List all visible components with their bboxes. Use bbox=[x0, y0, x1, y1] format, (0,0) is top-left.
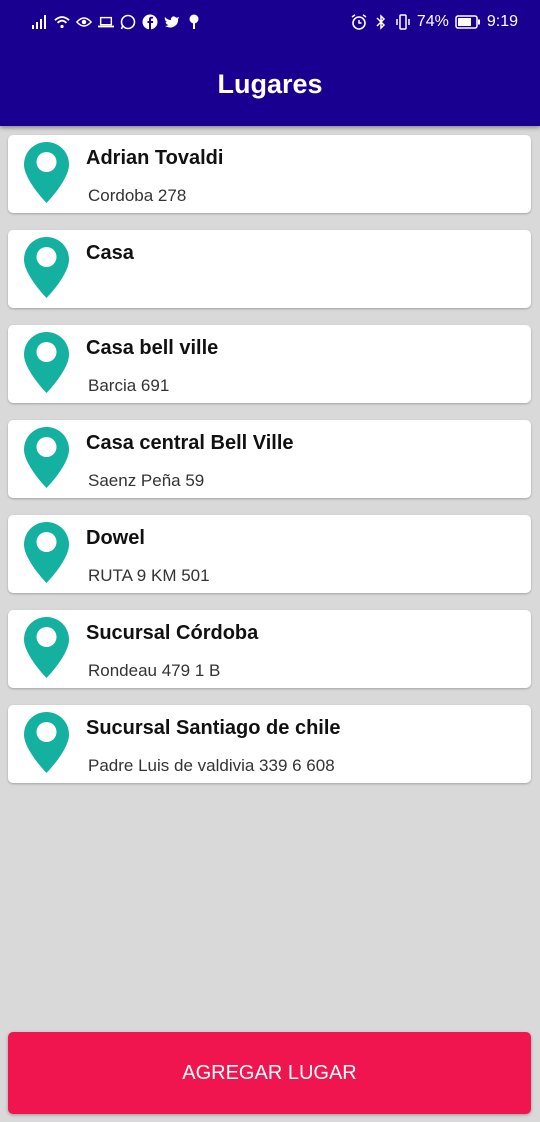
map-pin-icon bbox=[24, 427, 69, 488]
place-card-1[interactable]: Casa bbox=[8, 230, 531, 308]
map-pin-icon bbox=[24, 712, 69, 773]
signal-icon bbox=[32, 14, 48, 30]
facebook-icon bbox=[142, 14, 158, 30]
status-right-icons: 74% 9:19 bbox=[351, 13, 518, 31]
place-name: Casa bbox=[86, 242, 134, 264]
vibrate-icon bbox=[395, 14, 411, 30]
page-title: Lugares bbox=[217, 68, 323, 99]
wifi-icon bbox=[54, 14, 70, 30]
place-name: Casa bell ville bbox=[86, 337, 219, 359]
twitter-icon bbox=[164, 14, 180, 30]
app-bar: Lugares bbox=[0, 44, 540, 126]
map-pin-icon bbox=[24, 617, 69, 678]
place-address: Rondeau 479 1 B bbox=[88, 661, 221, 680]
battery-icon bbox=[455, 14, 481, 30]
place-address: Barcia 691 bbox=[88, 376, 170, 395]
map-pin-icon bbox=[24, 332, 69, 393]
place-name: Dowel bbox=[86, 527, 145, 549]
place-name: Adrian Tovaldi bbox=[86, 147, 224, 169]
places-list: Adrian Tovaldi Cordoba 278 Casa Casa bel… bbox=[8, 135, 531, 800]
place-card-4[interactable]: Dowel RUTA 9 KM 501 bbox=[8, 515, 531, 593]
place-address: Saenz Peña 59 bbox=[88, 471, 205, 490]
place-address: RUTA 9 KM 501 bbox=[88, 566, 210, 585]
alarm-icon bbox=[351, 14, 367, 30]
map-pin-icon bbox=[24, 142, 69, 203]
status-bar: 74% 9:19 bbox=[0, 0, 540, 44]
battery-percent: 74% bbox=[416, 13, 449, 30]
place-card-2[interactable]: Casa bell ville Barcia 691 bbox=[8, 325, 531, 403]
add-place-button[interactable]: AGREGAR LUGAR bbox=[8, 1032, 531, 1114]
clock: 9:19 bbox=[486, 13, 518, 30]
place-address: Cordoba 278 bbox=[88, 186, 187, 205]
place-name: Sucursal Córdoba bbox=[86, 622, 259, 644]
status-left-icons bbox=[32, 14, 202, 30]
whatsapp-icon bbox=[120, 14, 136, 30]
bluetooth-icon bbox=[373, 14, 389, 30]
place-address: Padre Luis de valdivia 339 6 608 bbox=[88, 756, 335, 775]
place-card-3[interactable]: Casa central Bell Ville Saenz Peña 59 bbox=[8, 420, 531, 498]
place-card-5[interactable]: Sucursal Córdoba Rondeau 479 1 B bbox=[8, 610, 531, 688]
place-name: Casa central Bell Ville bbox=[86, 432, 294, 454]
place-card-0[interactable]: Adrian Tovaldi Cordoba 278 bbox=[8, 135, 531, 213]
laptop-icon bbox=[98, 14, 114, 30]
place-name: Sucursal Santiago de chile bbox=[86, 717, 341, 739]
map-pin-icon bbox=[24, 237, 69, 298]
place-card-6[interactable]: Sucursal Santiago de chile Padre Luis de… bbox=[8, 705, 531, 783]
location-icon bbox=[186, 14, 202, 30]
eye-icon bbox=[76, 14, 92, 30]
map-pin-icon bbox=[24, 522, 69, 583]
